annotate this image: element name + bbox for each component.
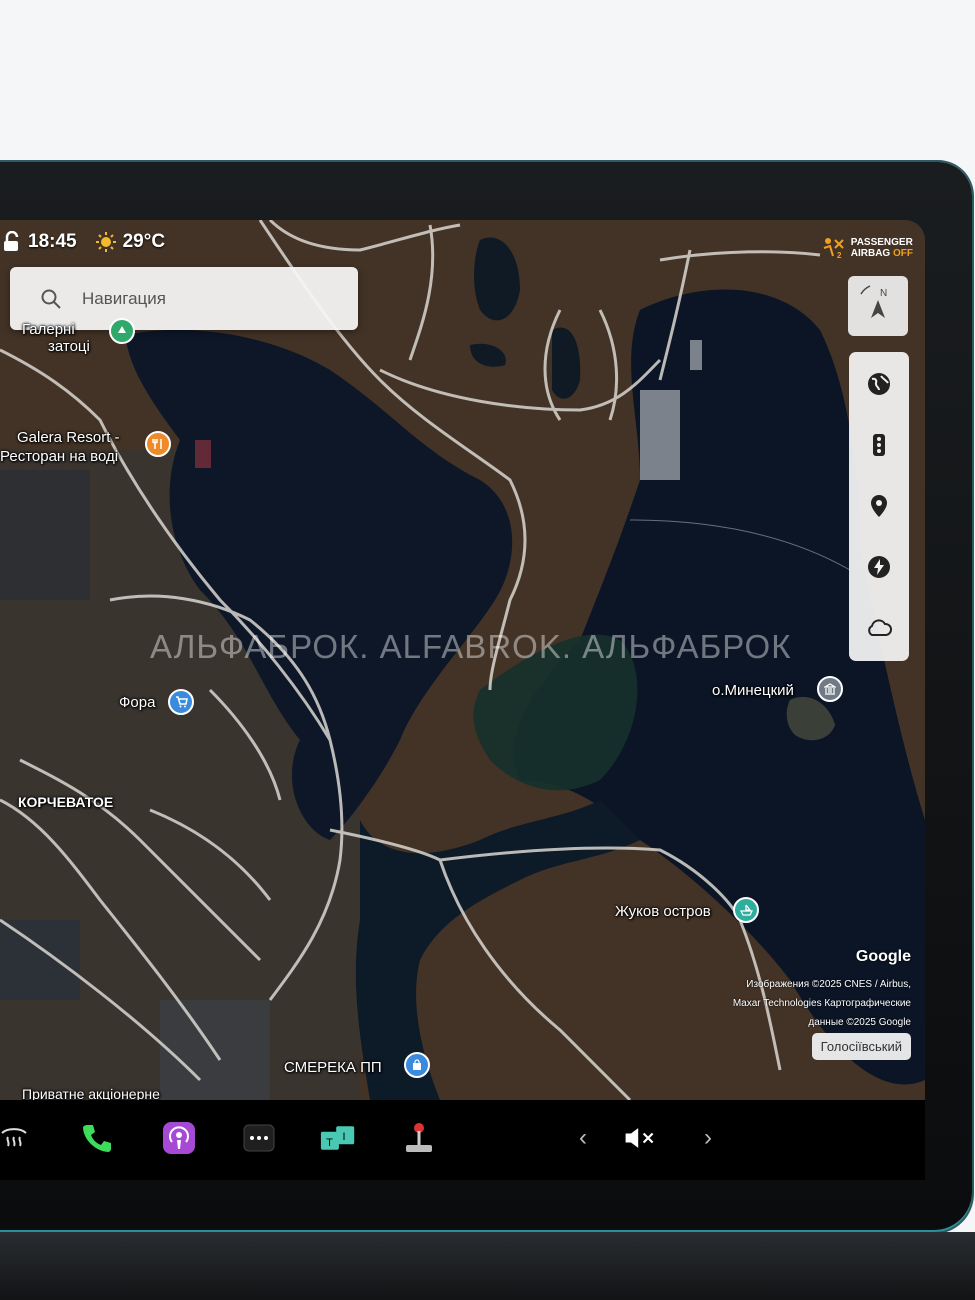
restaurant-icon [152, 439, 162, 449]
media-prev-button[interactable]: ‹ [565, 1120, 601, 1156]
compass-button[interactable]: N [848, 276, 908, 336]
map-label-fora[interactable]: Фора [119, 694, 155, 711]
attribution-line-3: данные ©2025 Google [808, 1017, 911, 1028]
podcast-button[interactable] [161, 1120, 197, 1156]
map-label-galera-1[interactable]: Galera Resort - [17, 429, 120, 446]
airbag-label-2: AIRBAG [850, 248, 891, 259]
shop-pin[interactable] [168, 689, 194, 715]
map-label-minetsky[interactable]: о.Минецкий [712, 682, 794, 699]
map-attribution: Изображения ©2025 CNES / Airbus, Maxar T… [681, 975, 911, 1032]
unlocked-icon [4, 231, 19, 251]
google-logo: Google [855, 948, 911, 965]
status-bar: 18:45 29°C [0, 228, 183, 256]
compass-icon: N [860, 285, 887, 318]
toybox-icon: TI [320, 1126, 355, 1150]
boat-icon [739, 904, 753, 916]
charging-button[interactable] [864, 552, 894, 582]
restaurant-pin[interactable] [145, 431, 171, 457]
defrost-button[interactable] [0, 1120, 32, 1156]
airbag-icon: 2 [823, 238, 844, 260]
more-apps-button[interactable] [241, 1120, 277, 1156]
passenger-airbag-indicator: 2 PASSENGER AIRBAG OFF [821, 236, 913, 260]
defrost-icon [1, 1128, 27, 1147]
airbag-state: OFF [893, 248, 913, 259]
map-control-panel [849, 352, 909, 661]
joystick-icon [406, 1123, 432, 1152]
landmark-pin[interactable] [817, 676, 843, 702]
traffic-light-icon [873, 434, 885, 456]
map-label-zatoka-2[interactable]: затоці [48, 338, 90, 355]
sun-icon [95, 232, 116, 252]
places-button[interactable] [864, 491, 894, 521]
map-label-private[interactable]: Приватне акціонерне [22, 1086, 160, 1100]
weather-button[interactable] [864, 613, 894, 643]
media-next-button[interactable]: › [690, 1120, 726, 1156]
svg-text:2: 2 [837, 251, 842, 260]
lock-status: 18:45 [0, 231, 77, 253]
toybox-button[interactable]: TI [320, 1120, 356, 1156]
mute-icon [625, 1128, 654, 1148]
attribution-line-1: Изображения ©2025 CNES / Airbus, [746, 979, 911, 990]
airbag-label-1: PASSENGER [850, 237, 913, 248]
globe-button[interactable] [864, 369, 894, 399]
device-lower-area [0, 1232, 975, 1300]
traffic-button[interactable] [864, 430, 894, 460]
map-label-zatoka-1[interactable]: Галерні [22, 321, 75, 338]
shop-bag-pin[interactable] [404, 1052, 430, 1078]
touch-screen: 18:45 29°C 2 PASSENGER AIRBAG OFF Навига… [0, 220, 925, 1100]
pin-icon [871, 495, 887, 517]
map-label-zhukov[interactable]: Жуков остров [615, 903, 711, 920]
landmark-icon [824, 683, 836, 695]
globe-icon [868, 373, 890, 395]
svg-text:I: I [343, 1131, 346, 1143]
weather-status: 29°C [95, 231, 165, 253]
bottom-dock: TI ‹ › [0, 1100, 925, 1180]
clock: 18:45 [28, 231, 77, 252]
park-pin[interactable] [109, 318, 135, 344]
temperature: 29°C [122, 231, 166, 252]
compass-north: N [880, 288, 887, 299]
map-label-korchevatoe[interactable]: КОРЧЕВАТОЕ [18, 794, 113, 810]
search-placeholder: Навигация [82, 288, 166, 308]
district-label[interactable]: Голосіївський [811, 1033, 911, 1060]
phone-button[interactable] [79, 1120, 115, 1156]
svg-text:T: T [326, 1137, 333, 1149]
weather-icon [868, 619, 892, 636]
tree-icon [118, 326, 126, 333]
more-icon [243, 1124, 275, 1152]
map-label-galera-2[interactable]: Ресторан на воді [0, 448, 118, 465]
map-label-smereka[interactable]: СМЕРЕКА ПП [284, 1059, 382, 1076]
search-icon [41, 289, 61, 309]
boat-pin[interactable] [733, 897, 759, 923]
podcast-icon [163, 1122, 195, 1154]
attribution-line-2: Maxar Technologies Картографические [732, 998, 911, 1009]
phone-icon [83, 1125, 111, 1152]
volume-button[interactable] [622, 1120, 658, 1156]
shopping-cart-icon [175, 696, 188, 708]
shopping-bag-icon [413, 1059, 421, 1070]
watermark: АЛЬФАБРОК. ALFABROK. АЛЬФАБРОК [150, 628, 792, 665]
charging-icon [868, 556, 890, 578]
arcade-button[interactable] [401, 1120, 437, 1156]
